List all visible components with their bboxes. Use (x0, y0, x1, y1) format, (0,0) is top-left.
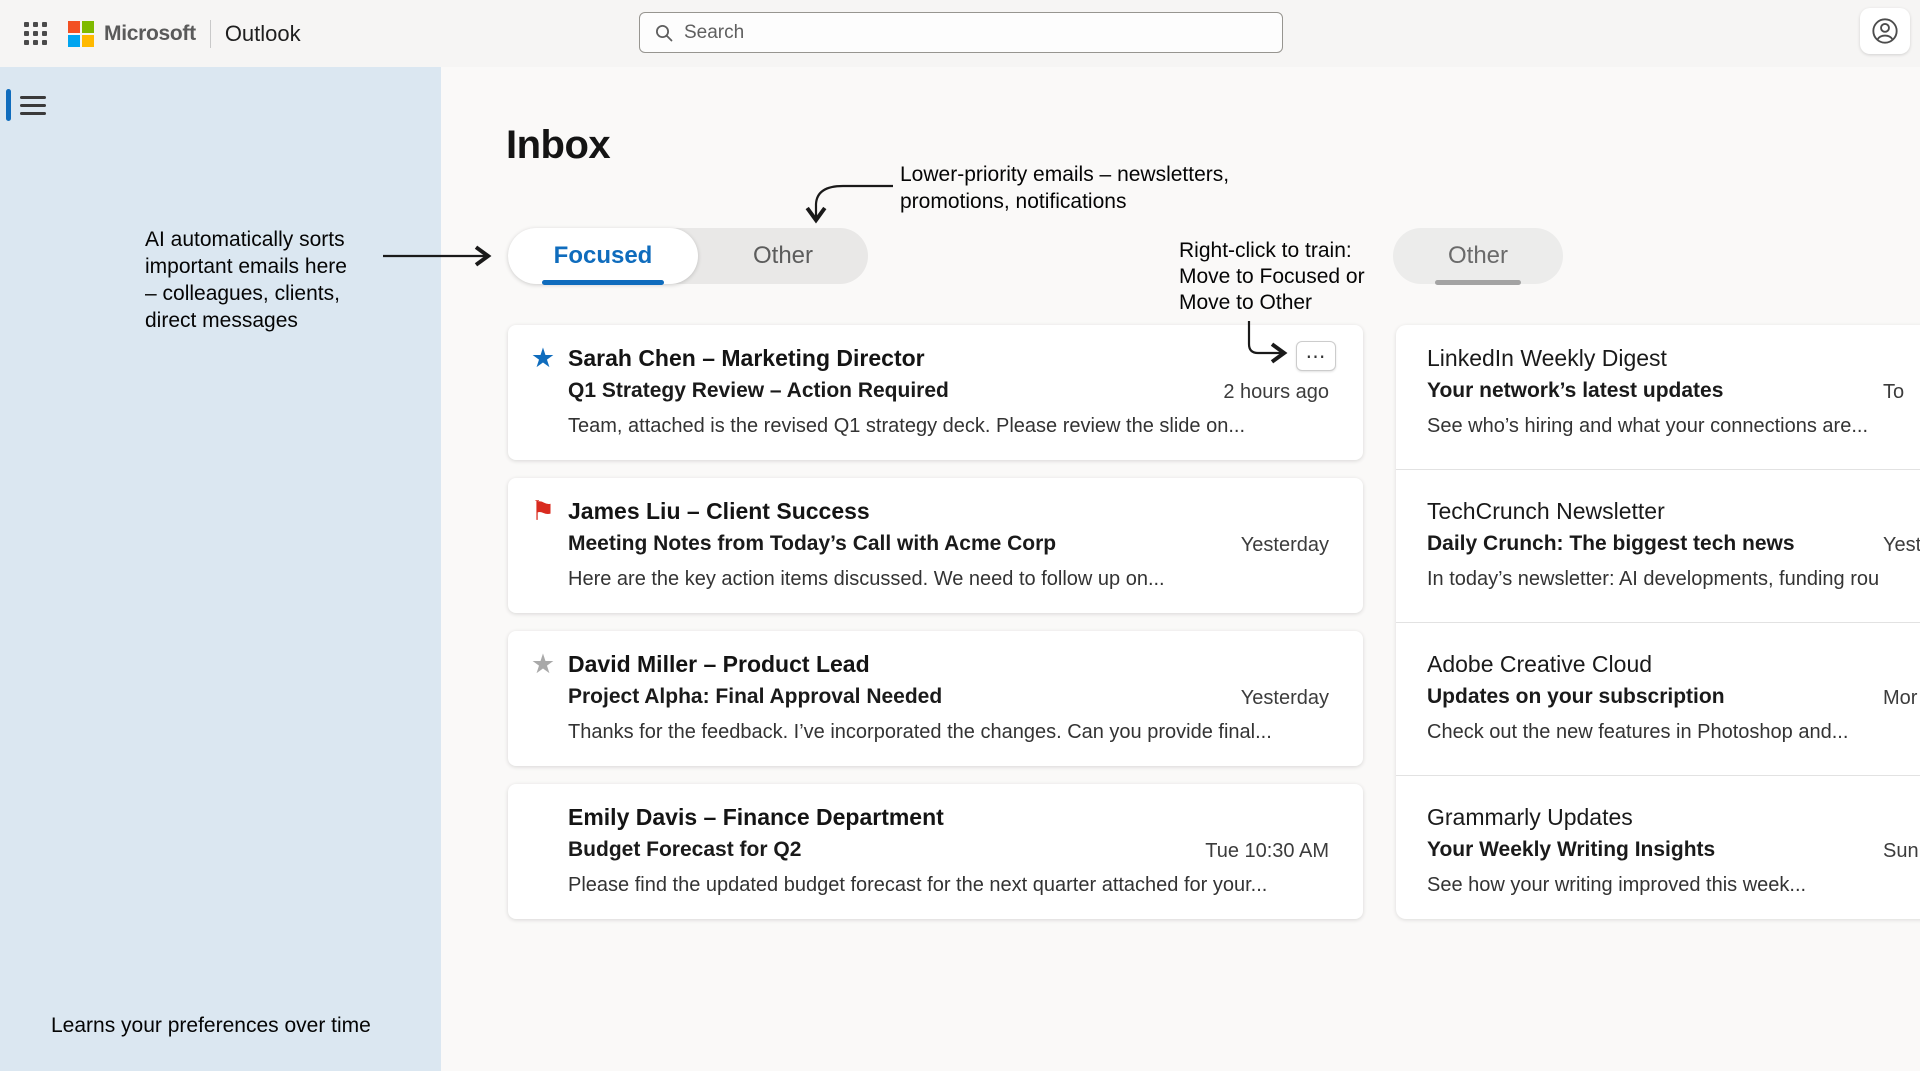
email-card-focused-2[interactable]: ⚑ James Liu – Client Success Meeting Not… (508, 478, 1363, 613)
email-preview: Here are the key action items discussed.… (568, 568, 1333, 591)
other-tab-underline (1435, 280, 1521, 285)
email-preview: Team, attached is the revised Q1 strateg… (568, 415, 1333, 438)
email-time: Yesterday (1241, 687, 1329, 710)
email-time: 2 hours ago (1223, 381, 1329, 404)
email-sender: James Liu – Client Success (568, 498, 870, 525)
email-item-other-3[interactable]: Adobe Creative Cloud Updates on your sub… (1396, 631, 1920, 766)
email-card-focused-4[interactable]: Emily Davis – Finance Department Budget … (508, 784, 1363, 919)
app-launcher-button[interactable] (16, 15, 54, 53)
left-sidebar: AI automatically sorts important emails … (0, 67, 441, 1071)
email-item-other-2[interactable]: TechCrunch Newsletter Daily Crunch: The … (1396, 478, 1920, 613)
email-item-other-1[interactable]: LinkedIn Weekly Digest Your network’s la… (1396, 325, 1920, 460)
email-time: To (1883, 381, 1904, 404)
email-preview: See who’s hiring and what your connectio… (1427, 415, 1868, 438)
email-time: Sun (1883, 840, 1919, 863)
hamburger-menu-button[interactable] (20, 86, 58, 124)
inbox-tabs: Other Focused (508, 228, 868, 284)
email-subject: Q1 Strategy Review – Action Required (568, 379, 949, 403)
list-divider (1396, 775, 1920, 776)
email-time: Mor (1883, 687, 1917, 710)
search-bar[interactable] (639, 12, 1283, 53)
email-time: Yesterday (1241, 534, 1329, 557)
tab-other-right[interactable]: Other (1393, 228, 1563, 284)
tab-other[interactable]: Other (698, 228, 868, 284)
email-card-focused-1[interactable]: ★ Sarah Chen – Marketing Director Q1 Str… (508, 325, 1363, 460)
email-sender: LinkedIn Weekly Digest (1427, 345, 1667, 372)
email-subject: Updates on your subscription (1427, 685, 1725, 709)
microsoft-wordmark: Microsoft (104, 22, 196, 46)
email-subject: Project Alpha: Final Approval Needed (568, 685, 942, 709)
account-person-icon (1871, 17, 1899, 45)
list-divider (1396, 469, 1920, 470)
annotation-other-tab: Lower-priority emails – newsletters, pro… (900, 161, 1300, 215)
top-bar: Microsoft Outlook (0, 0, 1920, 67)
email-card-focused-3[interactable]: ★ David Miller – Product Lead Project Al… (508, 631, 1363, 766)
focused-tab-underline (542, 280, 664, 285)
tab-other-right-label: Other (1448, 242, 1508, 270)
email-preview: Check out the new features in Photoshop … (1427, 721, 1848, 744)
other-email-list: LinkedIn Weekly Digest Your network’s la… (1396, 325, 1920, 919)
email-subject: Meeting Notes from Today’s Call with Acm… (568, 532, 1056, 556)
email-item-other-4[interactable]: Grammarly Updates Your Weekly Writing In… (1396, 784, 1920, 919)
email-sender: David Miller – Product Lead (568, 651, 870, 678)
email-subject: Your network’s latest updates (1427, 379, 1723, 403)
star-icon[interactable]: ★ (526, 647, 560, 681)
more-options-button[interactable]: ⋯ (1296, 341, 1336, 371)
email-time: Yest (1883, 534, 1920, 557)
brand-divider (210, 20, 211, 48)
waffle-icon (24, 22, 47, 45)
microsoft-logo-icon (68, 21, 94, 47)
email-sender: Emily Davis – Finance Department (568, 804, 944, 831)
sidebar-accent-bar (6, 89, 11, 121)
app-name: Outlook (225, 21, 301, 47)
email-sender: Adobe Creative Cloud (1427, 651, 1652, 678)
flag-icon[interactable]: ⚑ (526, 494, 560, 528)
email-preview: See how your writing improved this week.… (1427, 874, 1806, 897)
account-button[interactable] (1860, 8, 1910, 54)
annotation-learns-preferences: Learns your preferences over time (51, 1012, 451, 1039)
email-sender: Sarah Chen – Marketing Director (568, 345, 925, 372)
search-icon (654, 23, 674, 43)
microsoft-logo[interactable]: Microsoft (68, 21, 196, 47)
email-preview: In today’s newsletter: AI developments, … (1427, 568, 1879, 591)
email-preview: Thanks for the feedback. I’ve incorporat… (568, 721, 1333, 744)
email-sender: TechCrunch Newsletter (1427, 498, 1665, 525)
star-icon[interactable]: ★ (526, 341, 560, 375)
search-input[interactable] (684, 22, 1244, 44)
email-sender: Grammarly Updates (1427, 804, 1633, 831)
email-subject: Your Weekly Writing Insights (1427, 838, 1715, 862)
annotation-focused-inbox: AI automatically sorts important emails … (145, 226, 425, 334)
email-time: Tue 10:30 AM (1205, 840, 1329, 863)
main-content: Inbox Lower-priority emails – newsletter… (441, 67, 1920, 1071)
page-title: Inbox (506, 123, 610, 168)
tab-focused[interactable]: Focused (508, 228, 698, 284)
email-subject: Daily Crunch: The biggest tech news (1427, 532, 1795, 556)
email-subject: Budget Forecast for Q2 (568, 838, 801, 862)
list-divider (1396, 622, 1920, 623)
email-preview: Please find the updated budget forecast … (568, 874, 1333, 897)
